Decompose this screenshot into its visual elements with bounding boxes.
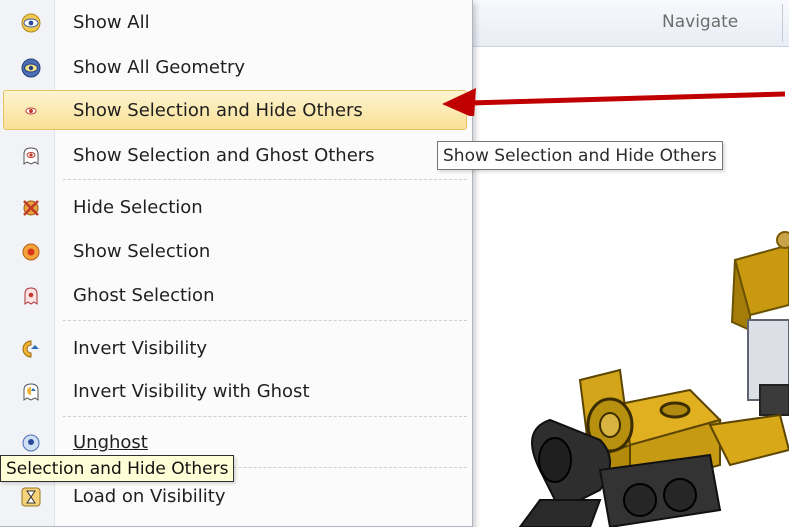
ribbon-tab-navigate[interactable]: Navigate xyxy=(662,12,738,32)
tooltip-selection-hide-others: Selection and Hide Others xyxy=(0,455,235,482)
menu-item-label: Invert Visibility with Ghost xyxy=(73,381,310,402)
hourglass-icon xyxy=(21,487,41,507)
menu-separator xyxy=(63,179,467,180)
visibility-context-menu: Show All Show All Geometry Show Selectio… xyxy=(0,0,473,527)
hide-selection-icon xyxy=(23,200,39,216)
menu-item-label: Load on Visibility xyxy=(73,486,226,507)
menu-item-invert-visibility[interactable]: Invert Visibility xyxy=(3,328,467,368)
eye-icon xyxy=(21,13,41,33)
assembly-model xyxy=(518,231,789,527)
menu-item-invert-visibility-ghost[interactable]: Invert Visibility with Ghost xyxy=(3,371,467,411)
menu-item-label: Unghost xyxy=(73,432,148,453)
menu-item-label: Invert Visibility xyxy=(73,338,208,359)
menu-item-label: Show Selection and Hide Others xyxy=(73,100,363,121)
menu-separator xyxy=(63,416,467,417)
menu-item-show-selection-hide-others[interactable]: Show Selection and Hide Others xyxy=(3,90,467,130)
menu-item-show-selection[interactable]: Show Selection xyxy=(3,231,467,271)
show-selection-hide-others-icon xyxy=(25,107,37,115)
show-selection-icon xyxy=(22,243,40,261)
invert-visibility-icon xyxy=(22,340,39,358)
menu-item-load-on-visibility[interactable]: Load on Visibility xyxy=(3,476,467,516)
menu-separator xyxy=(63,320,467,321)
ghost-others-icon xyxy=(23,147,39,165)
unghost-icon xyxy=(22,434,40,452)
invert-visibility-ghost-icon xyxy=(23,383,39,401)
tooltip-show-selection-hide-others: Show Selection and Hide Others xyxy=(437,141,723,170)
ghost-selection-icon xyxy=(24,287,38,305)
menu-item-ghost-selection[interactable]: Ghost Selection xyxy=(3,275,467,315)
menu-item-show-all-geometry[interactable]: Show All Geometry xyxy=(3,47,467,87)
menu-item-label: Hide Selection xyxy=(73,197,203,218)
menu-item-label: Show All Geometry xyxy=(73,57,246,78)
menu-item-label: Show Selection xyxy=(73,241,211,262)
annotation-arrow xyxy=(442,88,786,116)
menu-item-hide-selection[interactable]: Hide Selection xyxy=(3,187,467,227)
menu-item-show-selection-ghost-others[interactable]: Show Selection and Ghost Others xyxy=(3,135,467,175)
menu-item-label: Ghost Selection xyxy=(73,285,215,306)
eye-geometry-icon xyxy=(21,58,41,78)
menu-item-show-all[interactable]: Show All xyxy=(3,2,467,42)
menu-item-label: Show Selection and Ghost Others xyxy=(73,145,375,166)
ribbon-separator xyxy=(782,4,783,42)
menu-item-label: Show All xyxy=(73,12,150,33)
model-viewport[interactable] xyxy=(480,210,789,527)
